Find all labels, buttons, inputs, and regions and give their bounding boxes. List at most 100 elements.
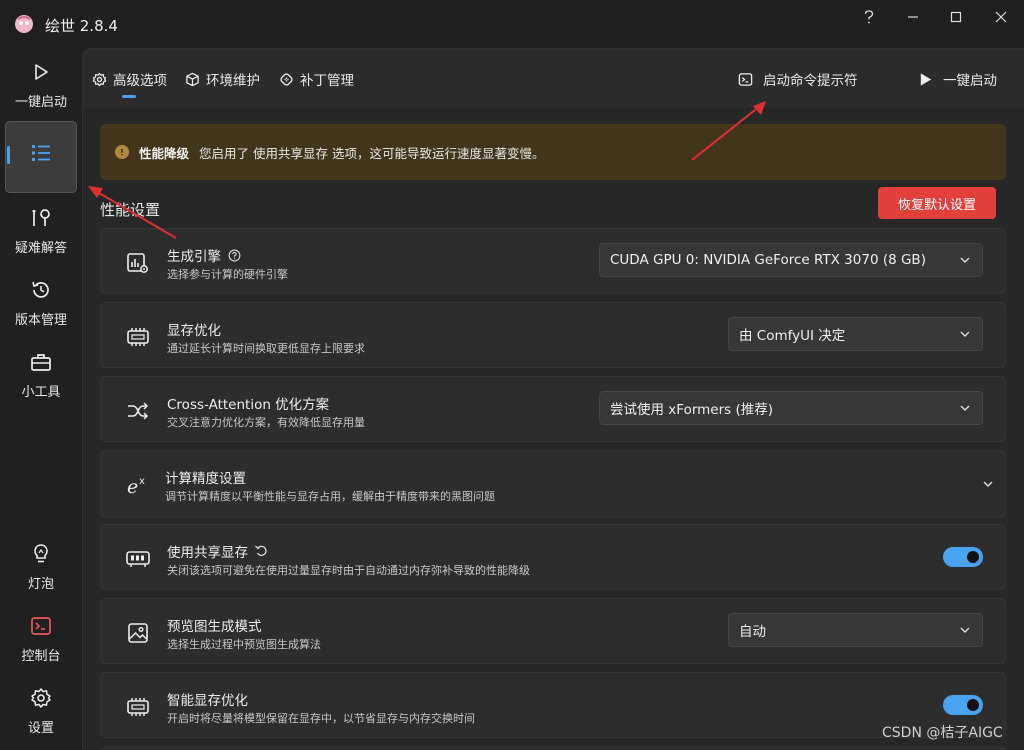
toolbox-icon: [30, 351, 52, 373]
app-logo-icon: [14, 14, 34, 34]
banner-text: 您启用了 使用共享显存 选项，这可能导致运行速度显著变慢。: [199, 145, 545, 161]
setting-card-partial: [100, 746, 1006, 750]
sidebar-item-label: 灯泡: [27, 576, 54, 592]
sidebar-item-lightbulb[interactable]: 灯泡: [5, 534, 77, 600]
shared-memory-toggle[interactable]: [943, 547, 983, 567]
help-icon: [864, 10, 874, 24]
one-click-launch-label: 一键启动: [943, 73, 997, 89]
toggle-knob: [967, 699, 979, 711]
one-click-launch-button[interactable]: 一键启动: [917, 69, 997, 89]
chevron-down-icon: [960, 331, 970, 337]
cross-attention-select-value: 尝试使用 xFormers (推荐): [610, 402, 774, 418]
engine-icon: [125, 250, 151, 276]
vram-optimization-select[interactable]: 由 ComfyUI 决定: [728, 317, 983, 351]
preview-mode-select[interactable]: 自动: [728, 613, 983, 647]
sidebar: 一键启动 疑难解答 版本管理 小工具 灯泡 控制台 设置: [0, 48, 82, 750]
engine-select[interactable]: CUDA GPU 0: NVIDIA GeForce RTX 3070 (8 G…: [599, 243, 983, 277]
list-icon: [30, 142, 52, 164]
preview-mode-select-value: 自动: [739, 624, 766, 640]
console-icon: [30, 615, 52, 637]
tab-environment[interactable]: 环境维护: [184, 69, 260, 89]
sidebar-item-launch[interactable]: 一键启动: [5, 52, 77, 118]
toggle-knob: [967, 551, 979, 563]
setting-card-engine: 生成引擎 选择参与计算的硬件引擎 CUDA GPU 0: NVIDIA GeFo…: [100, 228, 1006, 294]
minimize-icon: [908, 16, 918, 18]
sidebar-item-tools[interactable]: 小工具: [5, 342, 77, 408]
svg-text:x: x: [139, 476, 145, 487]
sidebar-item-advanced[interactable]: [5, 121, 77, 193]
setting-card-shared-memory: 使用共享显存 关闭该选项可避免在使用过量显存时由于自动通过内存弥补导致的性能降级: [100, 524, 1006, 590]
svg-text:e: e: [127, 476, 138, 497]
tab-label: 补丁管理: [300, 73, 354, 89]
help-circle-icon[interactable]: [227, 248, 241, 262]
maximize-button[interactable]: [933, 6, 979, 28]
lightbulb-icon: [30, 543, 52, 565]
image-icon: [125, 620, 151, 646]
banner-title: 性能降级: [139, 145, 190, 161]
tab-active-indicator: [122, 95, 136, 98]
setting-description: 选择参与计算的硬件引擎: [167, 268, 288, 281]
minimize-button[interactable]: [890, 6, 936, 28]
chevron-down-icon: [960, 257, 970, 263]
setting-description: 选择生成过程中预览图生成算法: [167, 638, 321, 651]
help-button[interactable]: [846, 6, 892, 28]
maximize-icon: [950, 11, 962, 23]
setting-title: 显存优化: [167, 323, 221, 339]
play-icon: [30, 61, 52, 83]
setting-title: 生成引擎: [167, 249, 221, 265]
sidebar-item-settings[interactable]: 设置: [5, 678, 77, 744]
memory-chip-icon: [125, 694, 151, 720]
setting-title: 使用共享显存: [167, 545, 248, 561]
title-bar: 绘世 2.8.4: [0, 0, 1024, 48]
patch-icon: [278, 71, 294, 87]
terminal-icon: [737, 71, 753, 87]
main-content: 高级选项 环境维护 补丁管理 启动命令提示符 一键启动 性能降级 您启用了 使用…: [82, 48, 1024, 750]
section-title: 性能设置: [100, 201, 161, 219]
exponent-icon: ex: [125, 472, 151, 498]
setting-title: Cross-Attention 优化方案: [167, 397, 330, 413]
setting-card-preview-mode: 预览图生成模式 选择生成过程中预览图生成算法 自动: [100, 598, 1006, 664]
setting-description: 交叉注意力优化方案，有效降低显存用量: [167, 416, 365, 429]
shuffle-icon: [125, 398, 151, 424]
history-icon: [30, 279, 52, 301]
setting-card-precision[interactable]: ex 计算精度设置 调节计算精度以平衡性能与显存占用，缓解由于精度带来的黑图问题: [100, 450, 1006, 518]
setting-description: 开启时将尽量将模型保留在显存中，以节省显存与内存交换时间: [167, 712, 475, 725]
play-icon: [917, 71, 933, 87]
open-command-prompt-button[interactable]: 启动命令提示符: [737, 69, 858, 89]
gear-icon: [91, 71, 107, 87]
setting-description: 关闭该选项可避免在使用过量显存时由于自动通过内存弥补导致的性能降级: [167, 564, 530, 577]
setting-card-vram-optimization: 显存优化 通过延长计算时间换取更低显存上限要求 由 ComfyUI 决定: [100, 302, 1006, 368]
chevron-down-icon[interactable]: [981, 477, 995, 491]
tab-label: 高级选项: [113, 73, 167, 89]
cross-attention-select[interactable]: 尝试使用 xFormers (推荐): [599, 391, 983, 425]
gpu-card-icon: [125, 546, 151, 572]
vram-optimization-select-value: 由 ComfyUI 决定: [739, 328, 846, 344]
sidebar-item-versions[interactable]: 版本管理: [5, 270, 77, 336]
tab-patches[interactable]: 补丁管理: [278, 69, 354, 89]
sidebar-item-troubleshoot[interactable]: 疑难解答: [5, 198, 77, 264]
setting-title: 预览图生成模式: [167, 619, 262, 635]
gear-icon: [30, 687, 52, 709]
setting-title: 计算精度设置: [165, 471, 246, 487]
setting-title: 智能显存优化: [167, 693, 248, 709]
performance-warning-banner: 性能降级 您启用了 使用共享显存 选项，这可能导致运行速度显著变慢。: [100, 124, 1006, 180]
undo-icon[interactable]: [254, 544, 268, 558]
setting-description: 通过延长计算时间换取更低显存上限要求: [167, 342, 365, 355]
smart-vram-toggle[interactable]: [943, 695, 983, 715]
sidebar-item-label: 控制台: [21, 648, 61, 664]
close-button[interactable]: [978, 6, 1024, 28]
sidebar-item-label: 设置: [27, 720, 54, 736]
sidebar-item-console[interactable]: 控制台: [5, 606, 77, 672]
tab-advanced[interactable]: 高级选项: [91, 69, 167, 89]
watermark-text: CSDN @桔子AIGC: [882, 725, 1003, 741]
chevron-down-icon: [960, 627, 970, 633]
warning-icon: [115, 145, 129, 159]
tab-label: 环境维护: [206, 73, 260, 89]
tab-bar: 高级选项 环境维护 补丁管理 启动命令提示符 一键启动: [83, 49, 1024, 107]
sidebar-item-label: 版本管理: [14, 312, 67, 328]
close-icon: [995, 11, 1007, 23]
open-command-prompt-label: 启动命令提示符: [763, 73, 858, 89]
reset-defaults-button[interactable]: 恢复默认设置: [878, 187, 996, 219]
engine-select-value: CUDA GPU 0: NVIDIA GeForce RTX 3070 (8 G…: [610, 252, 926, 268]
memory-chip-icon: [125, 324, 151, 350]
